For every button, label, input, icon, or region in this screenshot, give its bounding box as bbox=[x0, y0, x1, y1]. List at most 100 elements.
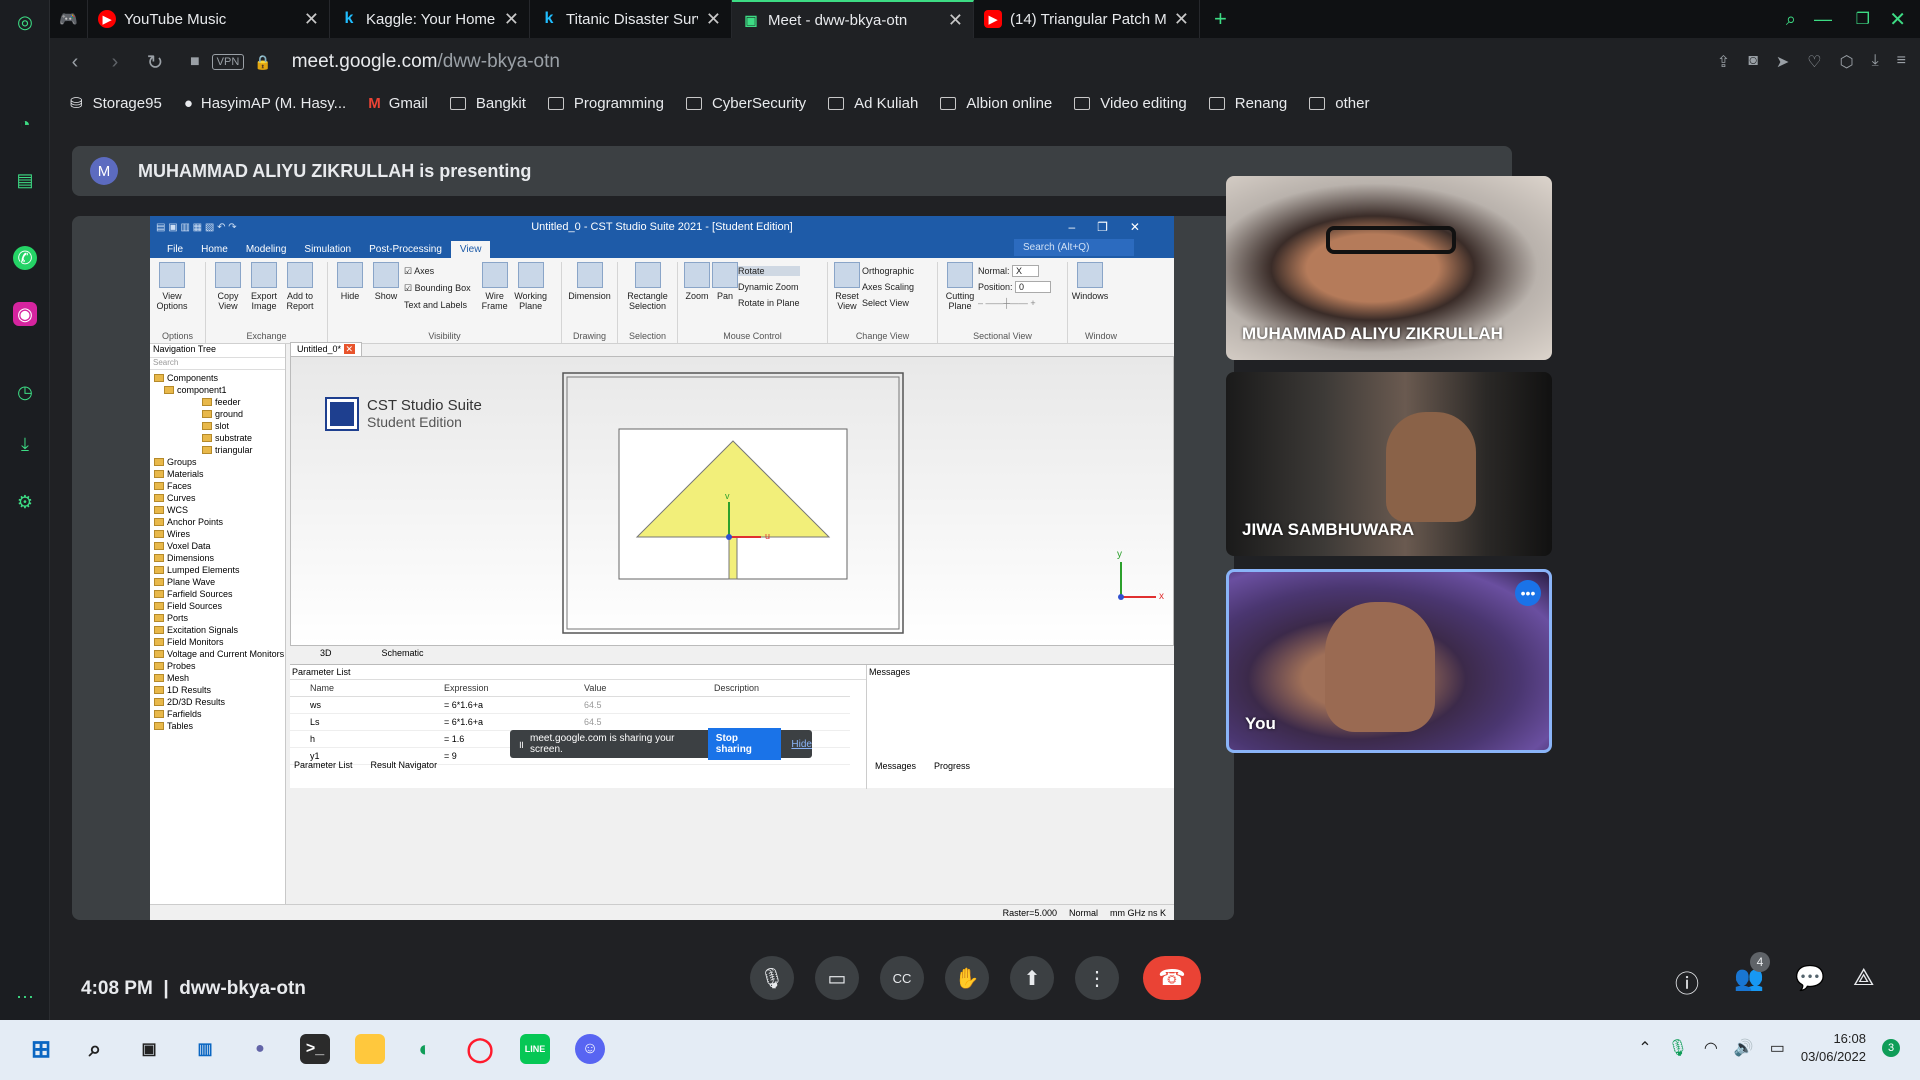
forward-icon[interactable]: › bbox=[100, 51, 130, 74]
opera-logo-icon[interactable]: ◎ bbox=[13, 10, 37, 34]
bookmark-programming[interactable]: Programming bbox=[547, 95, 664, 112]
more-icon[interactable]: ⋯ bbox=[13, 985, 37, 1009]
tree-item[interactable]: Farfield Sources bbox=[154, 588, 285, 600]
rotate-option[interactable]: Rotate bbox=[738, 266, 800, 276]
tree-item[interactable]: Tables bbox=[154, 720, 285, 732]
tree-item[interactable]: Dimensions bbox=[154, 552, 285, 564]
tab-youtube[interactable]: ▶ (14) Triangular Patch Micro ✕ bbox=[974, 0, 1200, 38]
param-row[interactable]: ws = 6*1.6+a 64.5 bbox=[290, 697, 850, 714]
tree-item[interactable]: Probes bbox=[154, 660, 285, 672]
cube-icon[interactable]: ⬡ bbox=[1840, 52, 1854, 72]
bookmark-github[interactable]: ● HasyimAP (M. Hasy... bbox=[184, 95, 346, 112]
minimize-icon[interactable]: — bbox=[1814, 9, 1832, 30]
orthographic-option[interactable]: Orthographic bbox=[862, 266, 914, 276]
tree-item[interactable]: Farfields bbox=[154, 708, 285, 720]
shopping-icon[interactable]: ▤ bbox=[13, 168, 37, 192]
chevron-up-icon[interactable]: ⌃ bbox=[1638, 1038, 1651, 1058]
participant-tile-self[interactable]: ••• You bbox=[1226, 569, 1552, 753]
tab-parameter-list[interactable]: Parameter List bbox=[294, 760, 353, 770]
3d-viewport[interactable]: CST Studio Suite Student Edition v u y x bbox=[290, 356, 1174, 646]
vpn-badge[interactable]: VPN bbox=[211, 54, 245, 70]
tree-item[interactable]: Plane Wave bbox=[154, 576, 285, 588]
reload-icon[interactable]: ↻ bbox=[140, 50, 170, 75]
bookmark-storage95[interactable]: ⛁ Storage95 bbox=[70, 94, 162, 113]
tab-schematic[interactable]: Schematic bbox=[382, 648, 424, 658]
window-close-icon[interactable]: ✕ bbox=[1889, 7, 1906, 32]
tree-item[interactable]: Excitation Signals bbox=[154, 624, 285, 636]
discord-icon[interactable]: ☺ bbox=[575, 1034, 605, 1064]
maximize-icon[interactable]: ❐ bbox=[1856, 9, 1870, 29]
screen-share[interactable]: ▤ ▣ ▥ ▦ ▧ ↶ ↷ Untitled_0 - CST Studio Su… bbox=[72, 216, 1234, 920]
widgets-icon[interactable]: ▥ bbox=[190, 1034, 220, 1064]
search-icon[interactable]: ⌕ bbox=[80, 1034, 110, 1064]
more-options-icon[interactable]: ••• bbox=[1515, 580, 1541, 606]
select-view-option[interactable]: Select View bbox=[862, 298, 914, 308]
bookmark-renang[interactable]: Renang bbox=[1208, 95, 1287, 112]
speed-dial-icon[interactable]: ◔ bbox=[13, 112, 37, 136]
tree-item[interactable]: Materials bbox=[154, 468, 285, 480]
line-icon[interactable]: LINE bbox=[520, 1034, 550, 1064]
tree-item[interactable]: Field Monitors bbox=[154, 636, 285, 648]
activities-icon[interactable]: ⟁ bbox=[1853, 964, 1874, 992]
tree-item[interactable]: Ports bbox=[154, 612, 285, 624]
mic-tray-icon[interactable]: 🎙 bbox=[1668, 1038, 1688, 1058]
bookmark-video-editing[interactable]: Video editing bbox=[1074, 95, 1187, 112]
stop-sharing-button[interactable]: Stop sharing bbox=[707, 728, 782, 760]
tree-item[interactable]: Mesh bbox=[154, 672, 285, 684]
share-icon[interactable]: ⇪ bbox=[1717, 52, 1730, 72]
tab-meet[interactable]: ▣ Meet - dww-bkya-otn ✕ bbox=[732, 0, 974, 38]
participant-tile-presenter[interactable]: MUHAMMAD ALIYU ZIKRULLAH bbox=[1226, 176, 1552, 360]
downloads-icon[interactable]: ⤓ bbox=[13, 432, 37, 456]
download-icon[interactable]: ⤓ bbox=[1872, 52, 1879, 72]
text-labels-dropdown[interactable]: Text and Labels bbox=[404, 300, 471, 310]
participant-tile-jiwa[interactable]: JIWA SAMBHUWARA bbox=[1226, 372, 1552, 556]
terminal-icon[interactable]: >_ bbox=[300, 1034, 330, 1064]
tab-3d[interactable]: 3D bbox=[320, 648, 332, 658]
close-icon[interactable]: ✕ bbox=[504, 9, 519, 30]
menu-post-processing[interactable]: Post-Processing bbox=[360, 241, 451, 258]
instagram-icon[interactable]: ◉ bbox=[13, 302, 37, 326]
camera-button[interactable]: ▭ bbox=[815, 956, 859, 1000]
snapshot-icon[interactable]: ◙ bbox=[1748, 52, 1758, 72]
bookmark-albion[interactable]: Albion online bbox=[940, 95, 1052, 112]
info-icon[interactable]: ⓘ bbox=[1675, 964, 1699, 999]
normal-select[interactable]: X bbox=[1012, 265, 1040, 277]
history-icon[interactable]: ◷ bbox=[13, 380, 37, 404]
tab-youtube-music[interactable]: ▶ YouTube Music ✕ bbox=[88, 0, 330, 38]
hide-banner-link[interactable]: Hide bbox=[791, 739, 812, 750]
whatsapp-icon[interactable]: ✆ bbox=[13, 246, 37, 270]
tree-item[interactable]: slot bbox=[154, 420, 285, 432]
volume-icon[interactable]: 🔊 bbox=[1734, 1038, 1754, 1058]
tab-result-navigator[interactable]: Result Navigator bbox=[371, 760, 438, 770]
axes-checkbox[interactable]: ☑ Axes bbox=[404, 266, 471, 277]
menu-view[interactable]: View bbox=[450, 241, 491, 258]
task-view-icon[interactable]: ▣ bbox=[134, 1034, 164, 1064]
tree-item[interactable]: substrate bbox=[154, 432, 285, 444]
bounding-box-checkbox[interactable]: ☑ Bounding Box bbox=[404, 283, 471, 294]
tree-item[interactable]: Components bbox=[154, 372, 285, 384]
windows-start-icon[interactable]: ⊞ bbox=[26, 1034, 56, 1064]
end-call-button[interactable]: ☎ bbox=[1143, 956, 1201, 1000]
axes-scaling-option[interactable]: Axes Scaling bbox=[862, 282, 914, 292]
file-explorer-icon[interactable] bbox=[355, 1034, 385, 1064]
rotate-in-plane-option[interactable]: Rotate in Plane bbox=[738, 298, 800, 308]
menu-simulation[interactable]: Simulation bbox=[295, 241, 360, 258]
close-icon[interactable]: ✕ bbox=[1174, 9, 1189, 30]
position-slider[interactable]: – ——┼—— + bbox=[978, 298, 1051, 308]
tab-kaggle[interactable]: k Kaggle: Your Home for Dat ✕ bbox=[330, 0, 530, 38]
new-tab-icon[interactable]: + bbox=[1214, 6, 1227, 32]
nav-tree-search[interactable]: Search bbox=[150, 358, 285, 370]
lock-icon[interactable]: 🔒 bbox=[254, 54, 271, 71]
bookmark-bangkit[interactable]: Bangkit bbox=[449, 95, 526, 112]
tree-item[interactable]: WCS bbox=[154, 504, 285, 516]
tab-gaming-icon[interactable]: 🎮 bbox=[50, 0, 88, 38]
tree-item[interactable]: 2D/3D Results bbox=[154, 696, 285, 708]
opera-icon[interactable]: ◯ bbox=[465, 1034, 495, 1064]
wifi-icon[interactable]: ◠ bbox=[1704, 1038, 1718, 1058]
cst-search[interactable]: Search (Alt+Q) bbox=[1014, 239, 1134, 256]
position-input[interactable]: 0 bbox=[1015, 281, 1052, 293]
menu-icon[interactable]: ≡ bbox=[1897, 52, 1906, 72]
tree-item[interactable]: Field Sources bbox=[154, 600, 285, 612]
send-icon[interactable]: ➤ bbox=[1776, 52, 1789, 72]
chat-icon[interactable]: 💬 bbox=[1795, 964, 1825, 993]
